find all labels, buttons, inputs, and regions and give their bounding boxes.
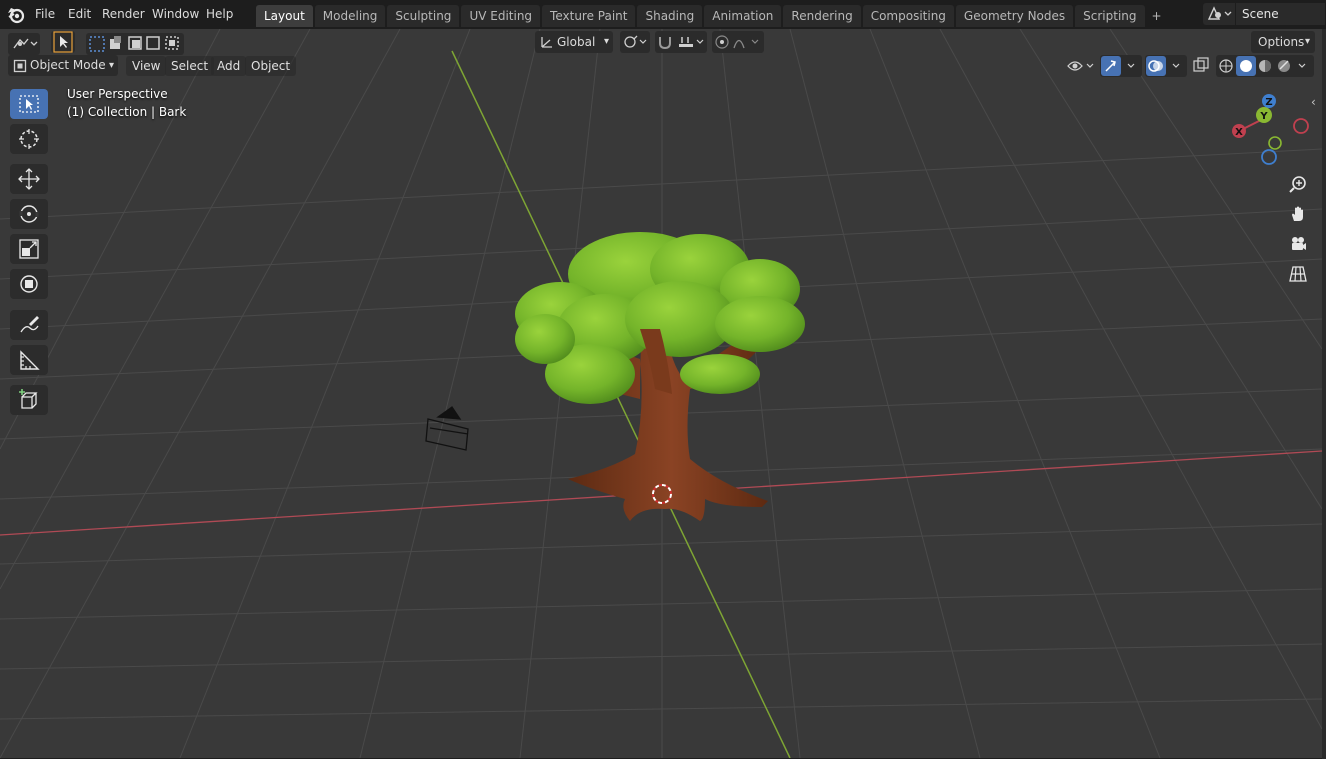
editor-type-icon [13,38,38,49]
top-bar: File Edit Render Window Help Layout Mode… [0,0,1326,29]
gizmo-toggle[interactable] [1100,55,1142,77]
viewport-canvas[interactable] [0,29,1322,758]
gizmo-z-label: Z [1265,97,1272,108]
proportional-edit-icon [715,35,759,49]
tool-add-cube[interactable] [10,385,48,415]
menu-window[interactable]: Window [146,5,205,24]
snapping-group[interactable] [655,31,707,53]
xray-icon [1193,57,1209,72]
xray-toggle[interactable] [1191,55,1211,77]
tab-layout[interactable]: Layout [256,5,313,27]
menu-file[interactable]: File [29,5,61,24]
camera-object[interactable] [425,406,469,451]
chevron-down-icon: ▾ [603,36,609,47]
orientation-axes-icon [541,37,552,48]
shading-icons[interactable] [1216,55,1314,77]
sidebar-toggle-icon[interactable]: ‹ [1311,95,1316,109]
tab-texture-paint[interactable]: Texture Paint [542,5,636,27]
overlay-icon [1146,56,1180,76]
measure-ruler-icon [20,350,40,370]
proportional-editing-group[interactable] [712,31,764,53]
perspective-label: User Perspective [67,87,168,101]
select-menu[interactable]: Select [165,56,215,76]
eye-icon [1067,61,1094,71]
options-dropdown[interactable]: Options ▾ [1251,31,1315,53]
scene-browse-button[interactable] [1203,3,1235,25]
transform-icon [20,275,38,293]
pan-button[interactable] [1285,201,1311,227]
collection-label: (1) Collection | Bark [67,105,187,119]
selection-mode-icons[interactable] [86,33,184,55]
tool-move[interactable] [10,164,48,194]
tab-sculpting[interactable]: Sculpting [387,5,460,27]
editor-type-button[interactable] [8,33,40,55]
zoom-magnifier-icon [1289,176,1306,193]
tool-transform[interactable] [10,269,48,299]
grid-perspective-icon [1289,266,1307,282]
cursor-icon [19,129,39,149]
snap-magnet-icon [659,37,704,50]
tab-modeling[interactable]: Modeling [314,5,386,27]
object-mode-icon [13,59,27,73]
blender-logo-icon[interactable] [7,6,25,24]
orientation-label: Global [557,35,596,49]
scale-icon [19,239,39,259]
tool-cursor[interactable] [10,124,48,154]
gizmo-icon [1101,56,1135,76]
add-workspace-button[interactable]: + [1147,5,1167,27]
mode-label: Object Mode [30,58,106,72]
tool-rotate[interactable] [10,199,48,229]
add-menu[interactable]: Add [211,56,247,76]
workspace-tabs: Layout Modeling Sculpting UV Editing Tex… [256,5,1167,27]
visibility-dropdown[interactable] [1065,55,1097,77]
scene-name-field[interactable]: Scene [1235,3,1325,25]
tab-uv-editing[interactable]: UV Editing [461,5,541,27]
tool-select-box[interactable] [10,89,48,119]
tab-animation[interactable]: Animation [704,5,782,27]
navigation-gizmo[interactable]: Z Y X [1225,91,1315,171]
add-cube-icon [19,389,38,409]
selection-mode-group [86,33,184,55]
rotate-icon [19,205,39,223]
3d-viewport[interactable]: Global ▾ Options ▾ Object Mode ▾ View Se… [0,29,1322,758]
cursor-arrow-icon [53,31,73,53]
gizmo-y-label: Y [1259,111,1268,122]
camera-icon [1292,237,1306,250]
tab-scripting[interactable]: Scripting [1075,5,1145,27]
chevron-down-icon: ▾ [1304,36,1310,47]
perspective-toggle-button[interactable] [1285,261,1311,287]
transform-orientation-dropdown[interactable]: Global ▾ [535,31,613,53]
chevron-down-icon: ▾ [108,60,114,71]
menu-render[interactable]: Render [96,5,151,24]
scene-selector: Scene [1203,3,1325,25]
tool-annotate[interactable] [10,310,48,340]
menu-help[interactable]: Help [200,5,239,24]
camera-view-button[interactable] [1285,231,1311,257]
options-label: Options [1258,35,1305,49]
object-menu[interactable]: Object [245,56,297,76]
right-region-edge [1322,29,1326,759]
select-box-icon [19,95,39,113]
mode-dropdown[interactable]: Object Mode ▾ [8,55,118,76]
tab-shading[interactable]: Shading [637,5,703,27]
gizmo-x-label: X [1235,127,1243,138]
tab-rendering[interactable]: Rendering [783,5,861,27]
tool-measure[interactable] [10,345,48,375]
overlays-toggle[interactable] [1145,55,1187,77]
tool-scale[interactable] [10,234,48,264]
annotate-pencil-icon [20,316,39,333]
tab-geometry-nodes[interactable]: Geometry Nodes [955,5,1074,27]
zoom-button[interactable] [1285,171,1311,197]
y-axis-line [451,50,791,758]
scene-icon [1207,6,1232,20]
hand-icon [1292,206,1303,221]
shading-mode-group [1216,55,1314,77]
pivot-point-dropdown[interactable] [620,31,650,53]
view-menu[interactable]: View [126,56,167,76]
pivot-point-icon [624,35,647,48]
move-icon [18,168,40,190]
menu-edit[interactable]: Edit [62,5,97,24]
tab-compositing[interactable]: Compositing [862,5,954,27]
select-tool-button[interactable] [51,31,75,53]
